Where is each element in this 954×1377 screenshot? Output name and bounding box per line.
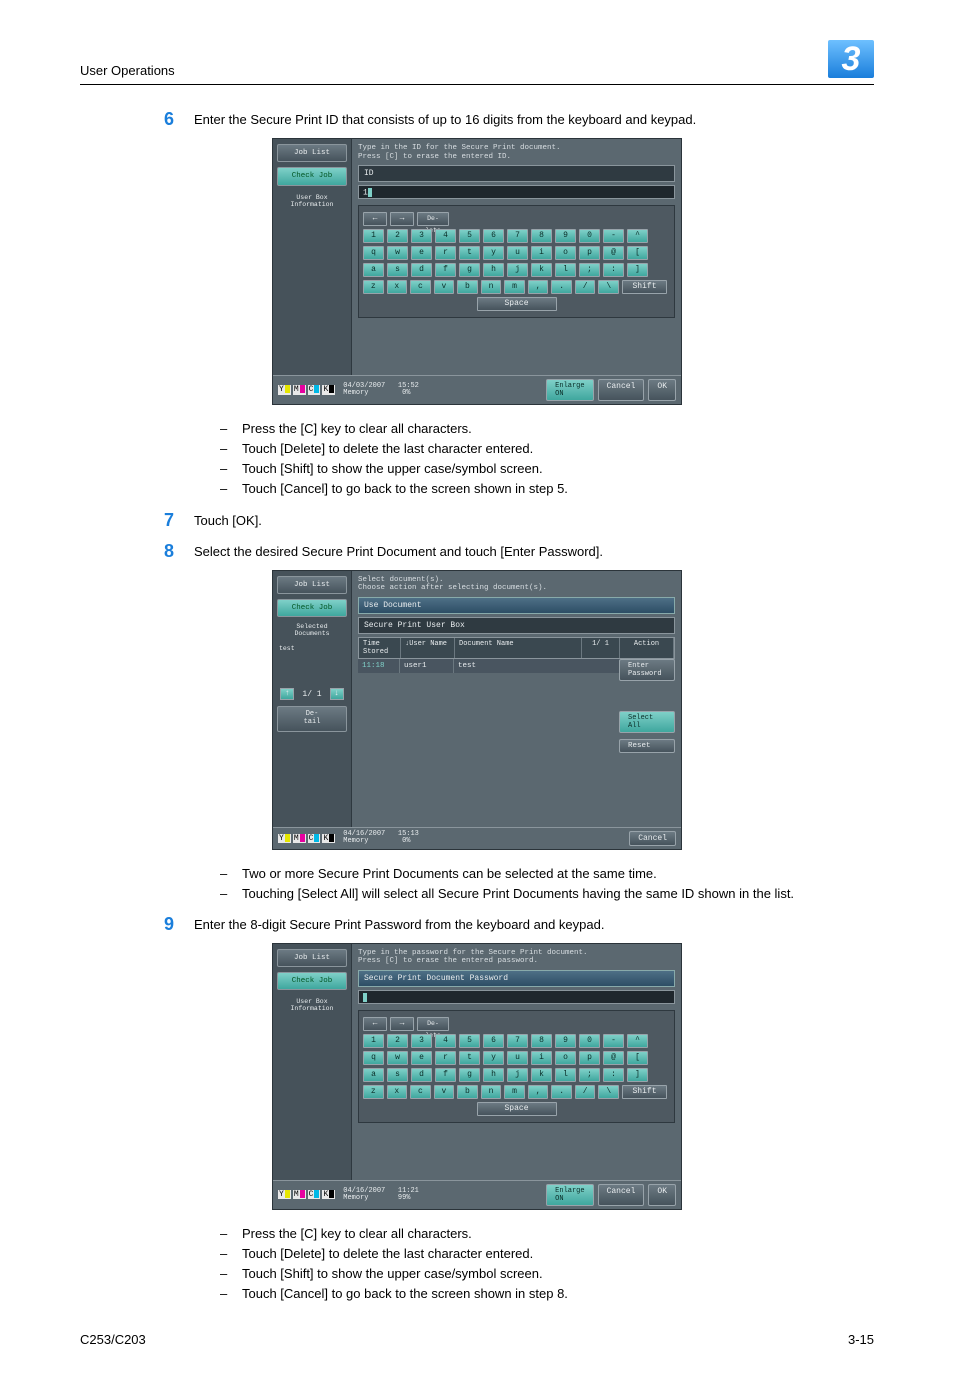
- toner-levels-icon: YMCK: [278, 834, 335, 843]
- shift-key[interactable]: Shift: [622, 280, 667, 294]
- selected-doc-item: test: [277, 645, 347, 652]
- id-label: ID: [358, 165, 675, 182]
- tab-use-document[interactable]: Use Document: [358, 597, 675, 614]
- joblist-button[interactable]: Job List: [277, 949, 347, 967]
- panel-footer: YMCK 04/16/2007 15:13 Memory 0% Cancel: [273, 827, 681, 849]
- step-9: 9 Enter the 8-digit Secure Print Passwor…: [164, 914, 874, 935]
- touch-panel-id: Job List Check Job User BoxInformation T…: [272, 138, 682, 405]
- step6-bullets: Press the [C] key to clear all character…: [220, 419, 874, 500]
- model-label: C253/C203: [80, 1332, 146, 1347]
- key-row-4: zxcvbnm,./\ Shift: [363, 280, 670, 294]
- touch-panel-password: Job List Check Job User BoxInformation T…: [272, 943, 682, 1210]
- key-row-3: asdfghjkl;:]: [363, 263, 670, 277]
- panel-sidebar: Job List Check Job Selected Documents te…: [273, 571, 352, 827]
- shift-key[interactable]: Shift: [622, 1085, 667, 1099]
- checkjob-button[interactable]: Check Job: [277, 167, 347, 185]
- page-header: User Operations 3: [80, 40, 874, 85]
- datetime: 04/03/2007 15:52 Memory 0%: [343, 383, 419, 398]
- panel-footer: YMCK 04/16/2007 11:21 Memory 99% Enlarge…: [273, 1180, 681, 1209]
- cancel-button[interactable]: Cancel: [629, 831, 676, 846]
- selected-docs-label: Selected Documents: [277, 623, 347, 637]
- step-7: 7 Touch [OK].: [164, 510, 874, 531]
- step-text: Enter the Secure Print ID that consists …: [194, 109, 696, 130]
- toner-levels-icon: YMCK: [278, 385, 335, 394]
- key[interactable]: 1: [363, 229, 384, 243]
- section-title: User Operations: [80, 63, 175, 78]
- enlarge-button[interactable]: EnlargeON: [546, 1184, 593, 1206]
- page-number: 3-15: [848, 1332, 874, 1347]
- space-key[interactable]: Space: [477, 1102, 557, 1116]
- delete-key[interactable]: De-lete: [417, 1017, 449, 1031]
- hint-text: Type in the ID for the Secure Print docu…: [358, 144, 675, 161]
- page-down-icon[interactable]: ↓: [330, 688, 344, 700]
- userbox-label: User BoxInformation: [277, 194, 347, 208]
- tab-secure-box[interactable]: Secure Print User Box: [358, 617, 675, 634]
- pager: ↑ 1/ 1 ↓: [277, 688, 347, 700]
- cancel-button[interactable]: Cancel: [598, 379, 645, 401]
- panel-sidebar: Job List Check Job User BoxInformation: [273, 944, 352, 1180]
- checkjob-button[interactable]: Check Job: [277, 972, 347, 990]
- delete-key[interactable]: De-lete: [417, 212, 449, 226]
- right-arrow-key[interactable]: →: [390, 1017, 414, 1031]
- keyboard: ← → De-lete 1234567890-^ qwertyuiop@[ as…: [358, 205, 675, 318]
- joblist-button[interactable]: Job List: [277, 576, 347, 594]
- detail-button[interactable]: De-tail: [277, 706, 347, 731]
- step-number: 6: [164, 109, 194, 130]
- userbox-label: User BoxInformation: [277, 998, 347, 1012]
- joblist-button[interactable]: Job List: [277, 144, 347, 162]
- page-footer: C253/C203 3-15: [80, 1332, 874, 1347]
- touch-panel-select: Job List Check Job Selected Documents te…: [272, 570, 682, 850]
- enlarge-button[interactable]: EnlargeON: [546, 379, 593, 401]
- cancel-button[interactable]: Cancel: [598, 1184, 645, 1206]
- enter-password-button[interactable]: EnterPassword: [619, 659, 675, 681]
- reset-button[interactable]: Reset: [619, 739, 675, 753]
- key-row-2: qwertyuiop@[: [363, 246, 670, 260]
- password-input[interactable]: [358, 990, 675, 1004]
- page-up-icon[interactable]: ↑: [280, 688, 294, 700]
- step9-bullets: Press the [C] key to clear all character…: [220, 1224, 874, 1305]
- space-key[interactable]: Space: [477, 297, 557, 311]
- hint-text: Select document(s).Choose action after s…: [358, 576, 675, 593]
- hint-text: Type in the password for the Secure Prin…: [358, 949, 675, 966]
- id-input[interactable]: 1: [358, 185, 675, 199]
- step-8: 8 Select the desired Secure Print Docume…: [164, 541, 874, 562]
- step-6: 6 Enter the Secure Print ID that consist…: [164, 109, 874, 130]
- list-header: TimeStored ↓User Name Document Name 1/ 1…: [358, 637, 675, 659]
- checkjob-button[interactable]: Check Job: [277, 599, 347, 617]
- left-arrow-key[interactable]: ←: [363, 1017, 387, 1031]
- left-arrow-key[interactable]: ←: [363, 212, 387, 226]
- panel-footer: YMCK 04/03/2007 15:52 Memory 0% EnlargeO…: [273, 375, 681, 404]
- panel-sidebar: Job List Check Job User BoxInformation: [273, 139, 352, 375]
- toner-levels-icon: YMCK: [278, 1190, 335, 1199]
- chapter-badge: 3: [828, 40, 874, 78]
- step8-bullets: Two or more Secure Print Documents can b…: [220, 864, 874, 904]
- password-heading: Secure Print Document Password: [358, 970, 675, 987]
- key-row-1: 1234567890-^: [363, 229, 670, 243]
- keyboard: ← → De-lete 1234567890-^ qwertyuiop@[ as…: [358, 1010, 675, 1123]
- ok-button[interactable]: OK: [648, 1184, 676, 1206]
- select-all-button[interactable]: SelectAll: [619, 711, 675, 733]
- right-arrow-key[interactable]: →: [390, 212, 414, 226]
- ok-button[interactable]: OK: [648, 379, 676, 401]
